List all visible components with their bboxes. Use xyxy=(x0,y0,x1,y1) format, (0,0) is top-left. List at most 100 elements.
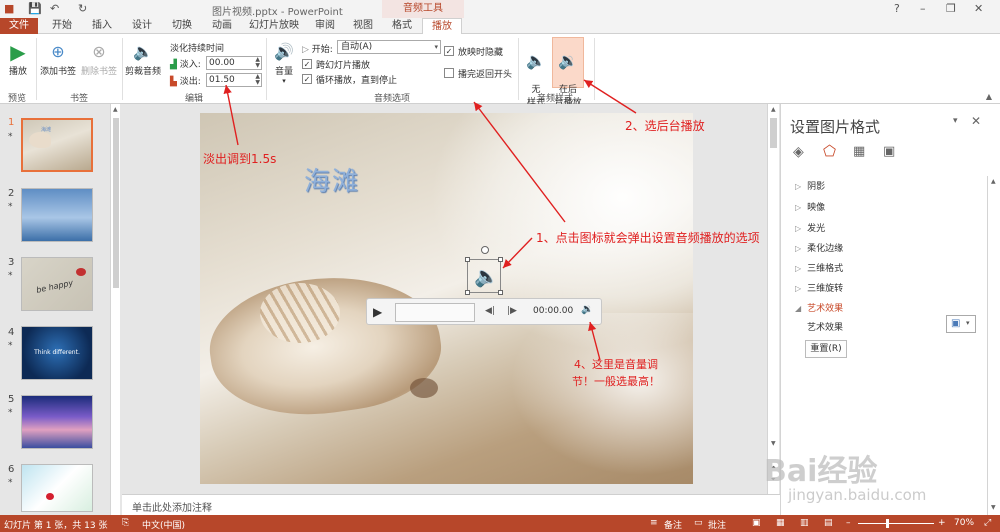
tab-playback[interactable]: 播放 xyxy=(422,18,462,35)
tab-design[interactable]: 设计 xyxy=(124,18,160,34)
speaker-icon[interactable]: 🔈 xyxy=(474,266,499,286)
remove-bookmark-button[interactable]: ⊗ 删除书签 xyxy=(80,40,118,77)
skip-forward-icon[interactable]: |▶ xyxy=(507,306,517,316)
resize-handle[interactable] xyxy=(498,290,503,295)
close-icon[interactable]: ✕ xyxy=(974,2,983,15)
notes-toggle[interactable]: 备注 xyxy=(664,518,682,531)
skip-back-icon[interactable]: ◀| xyxy=(485,306,495,316)
slide-sorter-icon[interactable]: ▦ xyxy=(776,518,785,528)
tab-review[interactable]: 审阅 xyxy=(308,18,342,34)
spellcheck-icon[interactable]: ⎘ xyxy=(122,518,129,528)
spinner-arrows-icon[interactable]: ▲ ▼ xyxy=(255,74,260,86)
resize-handle[interactable] xyxy=(465,290,470,295)
scroll-down-icon[interactable]: ▼ xyxy=(991,504,996,511)
start-icon: ▷ xyxy=(302,45,309,55)
trim-audio-button[interactable]: 🔈 剪裁音频 xyxy=(124,40,162,77)
fade-in-input[interactable]: 00.00 ▲ ▼ xyxy=(206,56,262,70)
thumbnails-scrollbar[interactable]: ▲ xyxy=(110,104,120,515)
resize-handle[interactable] xyxy=(465,257,470,262)
tab-file[interactable]: 文件 xyxy=(0,18,38,34)
pane-dropdown-icon[interactable]: ▾ xyxy=(953,116,958,126)
slide-thumbnail-3[interactable]: be happy xyxy=(21,257,93,311)
reset-button[interactable]: 重置(R) xyxy=(805,340,847,358)
wave-foam-lower xyxy=(500,313,693,483)
tab-animations[interactable]: 动画 xyxy=(204,18,240,34)
section-3d-format[interactable]: ▷ 三维格式 xyxy=(795,261,843,274)
resize-handle[interactable] xyxy=(498,257,503,262)
scroll-thumb[interactable] xyxy=(770,118,777,148)
loop-checkbox[interactable]: ✓ xyxy=(302,74,312,84)
spinner-arrows-icon[interactable]: ▲ ▼ xyxy=(255,57,260,69)
tab-view[interactable]: 视图 xyxy=(346,18,380,34)
player-volume-icon[interactable]: 🔉 xyxy=(581,304,593,315)
slide-title[interactable]: 海滩 xyxy=(304,161,360,198)
tab-format[interactable]: 格式 xyxy=(384,18,420,34)
picture-icon[interactable]: ▣ xyxy=(883,144,895,159)
slide-thumbnail-1[interactable]: 海滩 xyxy=(21,118,93,172)
comments-icon[interactable]: ▭ xyxy=(694,518,703,528)
slide-thumbnail-4[interactable]: Think different. xyxy=(21,326,93,380)
size-properties-icon[interactable]: ▦ xyxy=(853,144,865,159)
zoom-level[interactable]: 70% xyxy=(954,518,974,528)
language-indicator[interactable]: 中文(中国) xyxy=(142,518,185,531)
artistic-effects-gallery[interactable]: ▣ ▾ xyxy=(946,315,976,333)
collapse-ribbon-icon[interactable]: ▲ xyxy=(986,92,992,101)
current-slide[interactable]: 海滩 🔈 ▶ ◀| |▶ 00:00.00 🔉 xyxy=(200,113,693,484)
zoom-in-icon[interactable]: + xyxy=(938,518,946,528)
across-slides-checkbox[interactable]: ✓ xyxy=(302,59,312,69)
notes-toggle-icon[interactable]: ≡ xyxy=(650,518,658,528)
fit-slide-icon[interactable]: ⤢ xyxy=(984,518,991,528)
tab-slideshow[interactable]: 幻灯片放映 xyxy=(244,18,304,34)
thumbnail-star: * xyxy=(8,478,13,488)
redo-icon[interactable]: ↻ xyxy=(78,2,87,15)
slide-thumbnail-5[interactable] xyxy=(21,395,93,449)
close-pane-icon[interactable]: ✕ xyxy=(971,114,981,128)
slideshow-view-icon[interactable]: ▤ xyxy=(824,518,833,528)
effects-icon[interactable]: ⬠ xyxy=(823,142,836,160)
section-soft-edges[interactable]: ▷ 柔化边缘 xyxy=(795,241,843,254)
editor-scrollbar[interactable]: ▲ ▼ ⏶ ⏷ xyxy=(767,104,779,494)
undo-icon[interactable]: ↶ xyxy=(50,2,59,15)
section-shadow[interactable]: ▷ 阴影 xyxy=(795,179,825,192)
hide-label: 放映时隐藏 xyxy=(458,48,504,58)
section-3d-rotation[interactable]: ▷ 三维旋转 xyxy=(795,281,843,294)
help-icon[interactable]: ? xyxy=(894,2,900,15)
player-play-icon[interactable]: ▶ xyxy=(373,305,382,319)
section-glow[interactable]: ▷ 发光 xyxy=(795,221,825,234)
zoom-out-icon[interactable]: – xyxy=(846,518,851,528)
zoom-slider[interactable] xyxy=(858,523,934,524)
notes-area[interactable]: 单击此处添加注释 xyxy=(122,494,780,515)
slide-thumbnails-pane: 1 * 海滩 2 * 3 * be happy 4 * Think differ… xyxy=(0,104,122,515)
fill-line-icon[interactable]: ◈ xyxy=(793,144,804,160)
section-artistic-effects[interactable]: ◢ 艺术效果 xyxy=(795,301,843,314)
minimize-icon[interactable]: – xyxy=(920,2,926,15)
hide-checkbox[interactable]: ✓ xyxy=(444,46,454,56)
save-icon[interactable]: 💾 xyxy=(28,2,42,15)
add-bookmark-button[interactable]: ⊕ 添加书签 xyxy=(40,40,76,77)
pane-scrollbar[interactable]: ▲ ▼ xyxy=(987,176,999,515)
audio-icon-selection[interactable]: 🔈 xyxy=(465,246,503,295)
fade-out-input[interactable]: 01.50 ▲ ▼ xyxy=(206,73,262,87)
start-dropdown[interactable]: 自动(A) ▾ xyxy=(337,40,441,54)
scroll-thumb[interactable] xyxy=(113,118,119,288)
scroll-up-icon[interactable]: ▲ xyxy=(991,178,996,185)
slide-thumbnail-6[interactable] xyxy=(21,464,93,512)
zoom-slider-thumb[interactable] xyxy=(886,519,889,528)
purple-night-thumbnail-image xyxy=(22,396,92,448)
comments-toggle[interactable]: 批注 xyxy=(708,518,726,531)
reading-view-icon[interactable]: ▥ xyxy=(800,518,809,528)
rotate-handle[interactable] xyxy=(481,246,489,254)
tab-insert[interactable]: 插入 xyxy=(84,18,120,34)
tab-transitions[interactable]: 切换 xyxy=(164,18,200,34)
restore-icon[interactable]: ❐ xyxy=(946,2,956,15)
volume-button[interactable]: 🔊 音量 ▾ xyxy=(270,40,298,85)
normal-view-icon[interactable]: ▣ xyxy=(752,518,761,528)
rewind-checkbox[interactable] xyxy=(444,68,454,78)
scroll-up-icon[interactable]: ▲ xyxy=(113,106,118,113)
slide-thumbnail-2[interactable] xyxy=(21,188,93,242)
section-reflection[interactable]: ▷ 映像 xyxy=(795,200,825,213)
scroll-up-icon[interactable]: ▲ xyxy=(771,106,776,113)
tab-home[interactable]: 开始 xyxy=(44,18,80,34)
play-button[interactable]: ▶ 播放 xyxy=(4,40,32,77)
progress-track[interactable] xyxy=(395,303,475,322)
